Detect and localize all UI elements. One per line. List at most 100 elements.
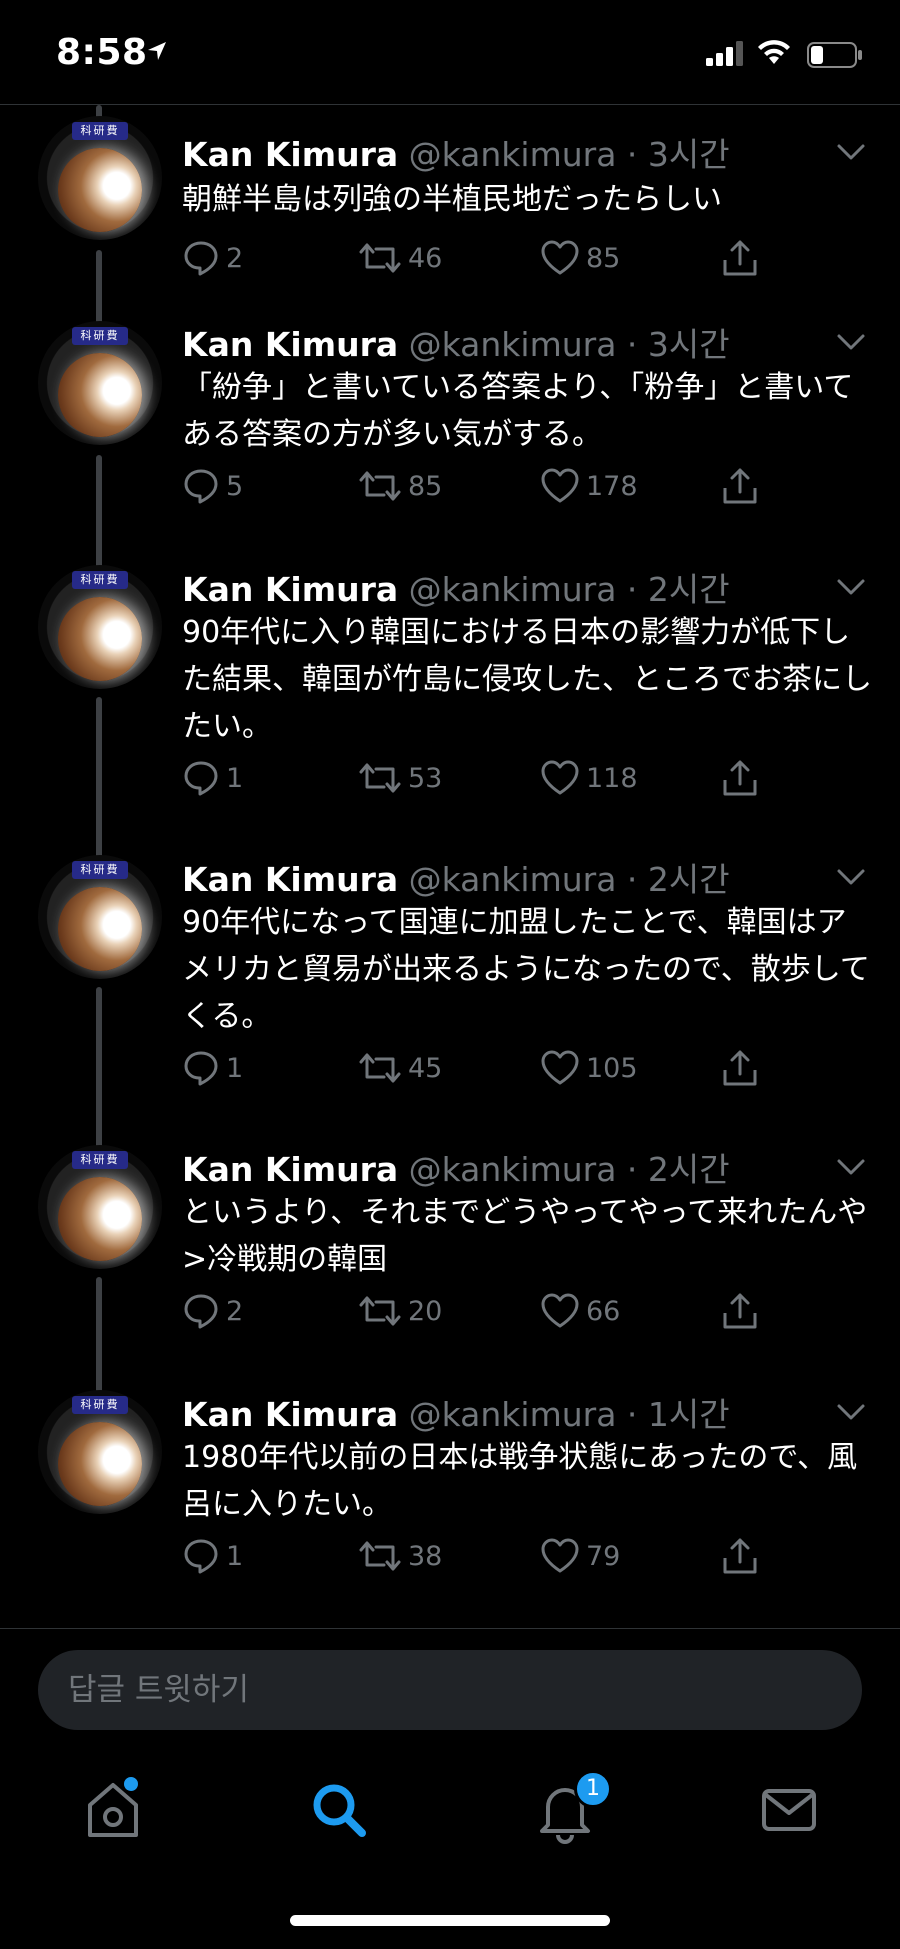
retweet-button[interactable]: 85 [358,464,442,508]
retweet-count: 53 [408,762,443,794]
reply-button[interactable]: 1 [182,756,243,800]
avatar[interactable]: 科研費 [38,565,162,689]
retweet-button[interactable]: 45 [358,1046,442,1090]
retweet-button[interactable]: 38 [358,1534,442,1578]
like-count: 79 [586,1540,621,1572]
reply-count: 1 [226,1540,244,1572]
avatar-badge: 科研費 [72,571,128,589]
retweet-button[interactable]: 46 [358,236,442,280]
chevron-down-icon[interactable] [836,1157,866,1177]
author-handle[interactable]: @kankimura [409,570,617,609]
cellular-signal-icon [706,41,743,66]
like-button[interactable]: 79 [540,1534,620,1578]
heart-icon [541,468,579,503]
tweet-time[interactable]: 3시간 [648,325,730,364]
tweet-time[interactable]: 1시간 [648,1395,730,1434]
heart-icon [541,240,579,275]
tweet-time[interactable]: 2시간 [648,860,730,899]
reply-button[interactable]: 5 [182,464,243,508]
reply-button[interactable]: 1 [182,1046,243,1090]
tweet-actions: 2 20 66 [182,1289,762,1333]
retweet-icon [359,763,401,793]
wifi-icon [758,40,790,64]
chevron-down-icon[interactable] [836,332,866,352]
separator-dot: · [616,1150,648,1189]
reply-button[interactable]: 2 [182,1289,243,1333]
retweet-count: 38 [408,1540,443,1572]
author-name[interactable]: Kan Kimura [182,1150,398,1189]
share-button[interactable] [720,236,766,280]
share-icon [723,468,757,504]
tweet-time[interactable]: 2시간 [648,570,730,609]
like-button[interactable]: 178 [540,464,638,508]
heart-icon [541,760,579,795]
reply-icon [184,1051,218,1086]
reply-field[interactable] [38,1650,862,1730]
chevron-down-icon[interactable] [836,867,866,887]
retweet-button[interactable]: 53 [358,756,442,800]
author-name[interactable]: Kan Kimura [182,1395,398,1434]
author-name[interactable]: Kan Kimura [182,135,398,174]
chevron-down-icon[interactable] [836,577,866,597]
mail-icon[interactable] [754,1775,824,1845]
like-button[interactable]: 105 [540,1046,638,1090]
tweet-time[interactable]: 2시간 [648,1150,730,1189]
status-time: 8:58 [56,32,148,73]
share-button[interactable] [720,1289,766,1333]
avatar-badge: 科研費 [72,1396,128,1414]
reply-count: 2 [226,242,244,274]
author-name[interactable]: Kan Kimura [182,325,398,364]
like-button[interactable]: 118 [540,756,638,800]
retweet-icon [359,471,401,501]
chevron-down-icon[interactable] [836,142,866,162]
avatar-moon-image [58,597,142,681]
tweet-header: Kan Kimura @kankimura · 2시간 [182,563,730,611]
author-handle[interactable]: @kankimura [409,860,617,899]
share-button[interactable] [720,464,766,508]
retweet-count: 46 [408,242,443,274]
tweet-actions: 5 85 178 [182,464,762,508]
search-icon[interactable] [304,1775,374,1845]
heart-icon [541,1538,579,1573]
avatar[interactable]: 科研費 [38,321,162,445]
share-button[interactable] [720,756,766,800]
share-icon [723,1293,757,1329]
avatar-moon-image [58,887,142,971]
author-name[interactable]: Kan Kimura [182,860,398,899]
tweet-header: Kan Kimura @kankimura · 2시간 [182,853,730,901]
like-count: 118 [586,762,638,794]
retweet-icon [359,1053,401,1083]
like-button[interactable]: 85 [540,236,620,280]
avatar-badge: 科研費 [72,861,128,879]
notification-count-badge: 1 [574,1770,612,1808]
reply-icon [184,241,218,276]
tweet-header: Kan Kimura @kankimura · 3시간 [182,318,730,366]
like-button[interactable]: 66 [540,1289,620,1333]
separator-dot: · [616,860,648,899]
retweet-button[interactable]: 20 [358,1289,442,1333]
tweet-actions: 1 45 105 [182,1046,762,1090]
avatar[interactable]: 科研費 [38,855,162,979]
reply-button[interactable]: 2 [182,236,243,280]
avatar[interactable]: 科研費 [38,1145,162,1269]
author-handle[interactable]: @kankimura [409,135,617,174]
reply-button[interactable]: 1 [182,1534,243,1578]
retweet-icon [359,243,401,273]
tweet-actions: 1 53 118 [182,756,762,800]
avatar-badge: 科研費 [72,327,128,345]
share-button[interactable] [720,1534,766,1578]
reply-input[interactable] [68,1672,768,1708]
author-handle[interactable]: @kankimura [409,1150,617,1189]
tweet-time[interactable]: 3시간 [648,135,730,174]
like-count: 178 [586,470,638,502]
tweet-header: Kan Kimura @kankimura · 2시간 [182,1143,730,1191]
author-name[interactable]: Kan Kimura [182,570,398,609]
retweet-icon [359,1541,401,1571]
separator-dot: · [616,570,648,609]
chevron-down-icon[interactable] [836,1402,866,1422]
share-button[interactable] [720,1046,766,1090]
author-handle[interactable]: @kankimura [409,1395,617,1434]
avatar[interactable]: 科研費 [38,116,162,240]
author-handle[interactable]: @kankimura [409,325,617,364]
avatar[interactable]: 科研費 [38,1390,162,1514]
